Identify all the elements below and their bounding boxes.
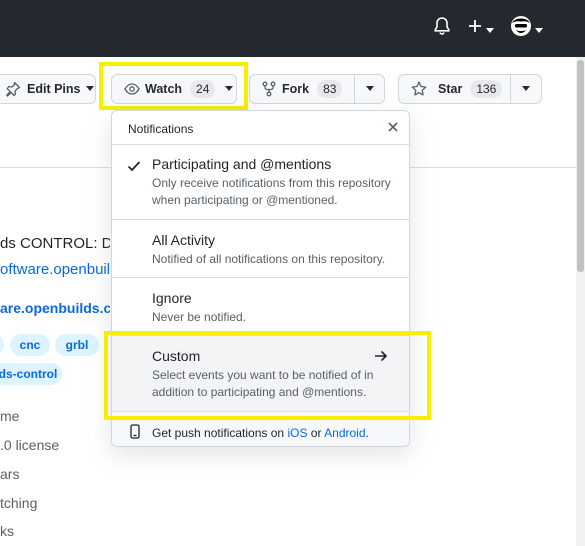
star-count: 136 [470, 80, 503, 98]
option-description: Notified of all notifications on this re… [152, 252, 386, 266]
topic-tag-grbl[interactable]: grbl [55, 334, 99, 356]
meta-item-watching[interactable]: tching [0, 495, 37, 511]
watch-count: 24 [190, 80, 216, 98]
pin-icon [5, 81, 21, 97]
about-sidebar: ds CONTROL: D oftware.openbuil are.openb… [0, 167, 110, 546]
option-description: Select events you want to be notified of… [152, 368, 374, 399]
topic-tag[interactable] [0, 334, 4, 356]
option-title: Ignore [152, 290, 192, 306]
star-icon [411, 81, 427, 97]
chevron-down-icon [522, 86, 530, 92]
topic-tag-cnc[interactable]: cnc [10, 334, 50, 356]
menu-footer: Get push notifications on iOS or Android… [112, 412, 409, 446]
footer-prefix: Get push notifications on [152, 426, 285, 440]
website-link[interactable]: oftware.openbuil [0, 261, 110, 278]
plus-icon[interactable] [466, 16, 484, 41]
option-title: All Activity [152, 232, 216, 248]
watch-button[interactable]: Watch 24 [111, 74, 237, 104]
footer-or: or [310, 426, 322, 440]
edit-pins-label: Edit Pins [27, 82, 81, 96]
scrollbar-thumb[interactable] [577, 60, 584, 272]
bell-icon[interactable] [433, 16, 451, 41]
menu-header: Notifications [112, 111, 409, 145]
option-description: Only receive notifications from this rep… [152, 176, 391, 207]
option-all-activity[interactable]: All Activity Notified of all notificatio… [112, 220, 409, 278]
device-mobile-icon [130, 424, 140, 444]
eye-icon [124, 82, 140, 96]
option-title: Participating and @mentions [152, 156, 332, 172]
star-dropdown-button[interactable] [510, 74, 542, 104]
star-label: Star [438, 82, 463, 96]
push-notifications-text: Get push notifications on iOS or Android… [152, 426, 369, 440]
avatar[interactable] [510, 14, 532, 43]
meta-item-license[interactable]: .0 license [0, 437, 59, 453]
chevron-down-icon [365, 86, 374, 92]
fork-count: 83 [317, 80, 343, 98]
meta-item-stars[interactable]: ars [0, 466, 19, 482]
option-title: Custom [152, 348, 201, 364]
app-header [0, 0, 585, 57]
footer-suffix: . [365, 426, 369, 440]
fork-dropdown-button[interactable] [354, 74, 385, 104]
chevron-down-icon [225, 86, 234, 92]
option-participating[interactable]: Participating and @mentions Only receive… [112, 144, 409, 220]
fork-button[interactable]: Fork 83 [249, 74, 355, 104]
option-ignore[interactable]: Ignore Never be notified. [112, 278, 409, 336]
chevron-down-icon [86, 86, 95, 92]
fork-icon [262, 81, 276, 97]
fork-label: Fork [282, 82, 310, 96]
about-description: ds CONTROL: D [0, 235, 110, 252]
edit-pins-button[interactable]: Edit Pins [0, 74, 96, 104]
meta-item-forks[interactable]: ks [0, 523, 14, 539]
option-description: Never be notified. [152, 310, 247, 324]
menu-title: Notifications [128, 122, 194, 136]
chevron-down-icon[interactable] [534, 22, 544, 40]
star-button[interactable]: Star 136 [398, 74, 511, 104]
android-link[interactable]: Android [324, 426, 365, 440]
ios-link[interactable]: iOS [287, 426, 307, 440]
meta-item: me [0, 408, 20, 424]
option-custom[interactable]: Custom Select events you want to be noti… [112, 336, 409, 412]
website-link-bold[interactable]: are.openbuilds.co [0, 300, 110, 316]
watch-label: Watch [145, 82, 183, 96]
check-icon [127, 159, 141, 177]
arrow-right-icon [374, 349, 388, 367]
chevron-down-icon[interactable] [485, 22, 495, 40]
close-icon[interactable] [386, 120, 400, 139]
topic-tag-control[interactable]: ds-control [0, 363, 62, 385]
notifications-menu: Notifications Participating and @mention… [111, 110, 410, 447]
